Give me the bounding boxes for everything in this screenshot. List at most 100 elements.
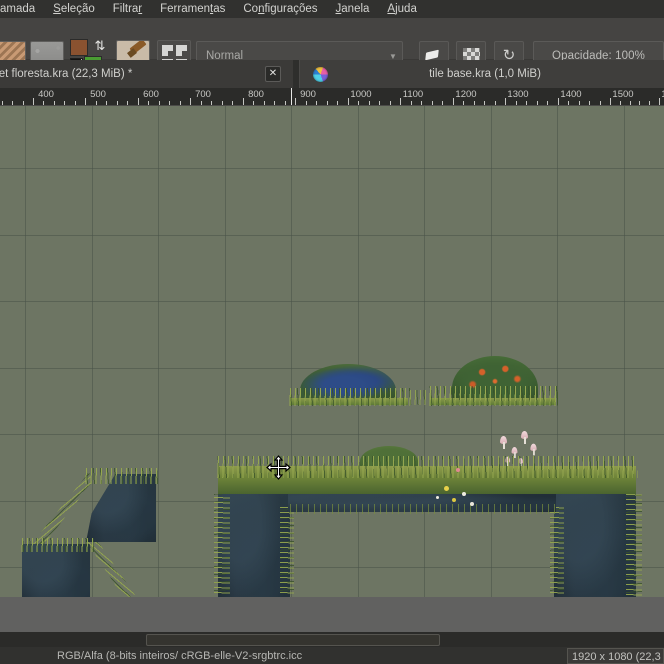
right-pillar-right-grass (626, 494, 642, 597)
corner-tile-upper-edge (31, 472, 92, 544)
swap-colors-icon[interactable]: ⇅ (92, 38, 108, 54)
ruler-tick-minor (54, 101, 55, 105)
ruler-tick-minor (337, 101, 338, 105)
horizontal-scrollbar[interactable] (0, 632, 664, 647)
ruler-tick-major (610, 98, 611, 105)
ruler-tick-minor (516, 101, 517, 105)
ruler-tick-minor (180, 101, 181, 105)
main-platform-grass-fringe (216, 456, 638, 478)
ruler-tick-major (505, 98, 506, 105)
ruler-tick-minor (264, 101, 265, 105)
document-tab-tile-base[interactable]: tile base.kra (1,0 MiB) (299, 60, 664, 88)
ruler-tick-minor (630, 101, 631, 105)
image-dimensions-status[interactable]: 1920 x 1080 (22,3 (567, 648, 664, 664)
ruler-tick-minor (327, 101, 328, 105)
ruler-tick-minor (526, 101, 527, 105)
ruler-label: 800 (248, 89, 264, 100)
ruler-tick-minor (358, 101, 359, 105)
flower-yellow (444, 486, 449, 491)
ruler-label: 400 (38, 89, 54, 100)
ruler-tick-minor (106, 101, 107, 105)
ruler-tick-minor (306, 101, 307, 105)
corner-tile-lower-top-grass (20, 538, 94, 552)
corner-tile-lower-edge (86, 542, 146, 597)
ruler-label: 900 (300, 89, 316, 100)
ruler-tick-minor (64, 101, 65, 105)
ruler-tick-minor (547, 101, 548, 105)
ruler-tick-minor (127, 101, 128, 105)
colorspace-status[interactable]: RGB/Alfa (8-bits inteiros/ cRGB-elle-V2-… (57, 650, 302, 662)
canvas-viewport[interactable] (0, 106, 664, 632)
left-pillar-right-grass (280, 506, 294, 597)
ruler-tick-major (85, 98, 86, 105)
ruler-tick-minor (474, 101, 475, 105)
preset-grid-quad-1 (162, 45, 173, 56)
ruler-tick-major (33, 98, 34, 105)
horizontal-scrollbar-handle[interactable] (146, 634, 440, 646)
ruler-tick-minor (316, 101, 317, 105)
ruler-label: 500 (90, 89, 106, 100)
flower-yellow (452, 498, 456, 502)
menu-item-janela[interactable]: Janela (327, 0, 379, 18)
ruler-tick-minor (232, 101, 233, 105)
ruler-tick-minor (285, 101, 286, 105)
krita-document-icon (313, 66, 328, 82)
menu-item-filtrar[interactable]: Filtrar (104, 0, 151, 18)
ruler-tick-major (243, 98, 244, 105)
grid-line-horizontal (0, 301, 664, 302)
ruler-tick-major (348, 98, 349, 105)
ruler-tick-major (453, 98, 454, 105)
menubar: amada Seleção Filtrar Ferramentas Config… (0, 0, 664, 18)
menu-item-ferramentas[interactable]: Ferramentas (151, 0, 234, 18)
grid-line-horizontal (0, 434, 664, 435)
grid-line-vertical (25, 106, 26, 597)
grid-line-vertical (424, 106, 425, 597)
flower-white (470, 502, 474, 506)
span-bottom-grass (288, 504, 556, 514)
ruler-position-marker (291, 88, 292, 105)
ruler-tick-minor (274, 101, 275, 105)
flower-white (462, 492, 466, 496)
mushroom (500, 436, 507, 449)
menu-item-selecao[interactable]: Seleção (44, 0, 104, 18)
flower-pink (456, 468, 460, 472)
canvas-image[interactable] (0, 106, 664, 597)
ruler-tick-major (558, 98, 559, 105)
ruler-tick-minor (600, 101, 601, 105)
document-tab-set-floresta[interactable]: set floresta.kra (22,3 MiB) * ✕ (0, 60, 293, 88)
corner-tile-upper (86, 474, 156, 542)
ruler-tick-minor (12, 101, 13, 105)
corner-tile-upper-top-grass (84, 468, 158, 484)
horizontal-ruler[interactable]: 400 500 600 700 800 900 1000 1100 1200 1300 1400 15… (0, 88, 664, 106)
close-icon[interactable]: ✕ (265, 66, 281, 82)
ruler-tick-minor (411, 101, 412, 105)
ruler-tick-minor (484, 101, 485, 105)
ruler-tick-major (138, 98, 139, 105)
flower-white (436, 496, 439, 499)
grid-line-vertical (158, 106, 159, 597)
document-tab-label: set floresta.kra (22,3 MiB) * (0, 67, 133, 80)
ruler-tick-minor (159, 101, 160, 105)
menu-item-ajuda[interactable]: Ajuda (378, 0, 425, 18)
ruler-tick-minor (169, 101, 170, 105)
ruler-label: 700 (195, 89, 211, 100)
menu-item-camada[interactable]: amada (0, 0, 44, 18)
ruler-tick-minor (432, 101, 433, 105)
menu-item-configuracoes[interactable]: Configurações (234, 0, 326, 18)
foreground-color-swatch[interactable] (70, 39, 88, 56)
ruler-tick-minor (442, 101, 443, 105)
ruler-tick-minor (211, 101, 212, 105)
krita-window: amada Seleção Filtrar Ferramentas Config… (0, 0, 664, 664)
ruler-tick-minor (463, 101, 464, 105)
mushroom (521, 431, 528, 444)
grid-line-horizontal (0, 235, 664, 236)
ruler-label: 1200 (455, 89, 477, 100)
toolbar: ⇅ Normal ▼ ↻ Opacidade: 100% (0, 18, 664, 74)
ruler-tick-minor (2, 101, 3, 105)
ruler-tick-minor (369, 101, 370, 105)
ruler-label: 1100 (402, 89, 424, 100)
ruler-tick-minor (568, 101, 569, 105)
grid-line-vertical (358, 106, 359, 597)
ruler-label: 1400 (560, 89, 582, 100)
preset-grid-quad-2 (176, 45, 187, 56)
